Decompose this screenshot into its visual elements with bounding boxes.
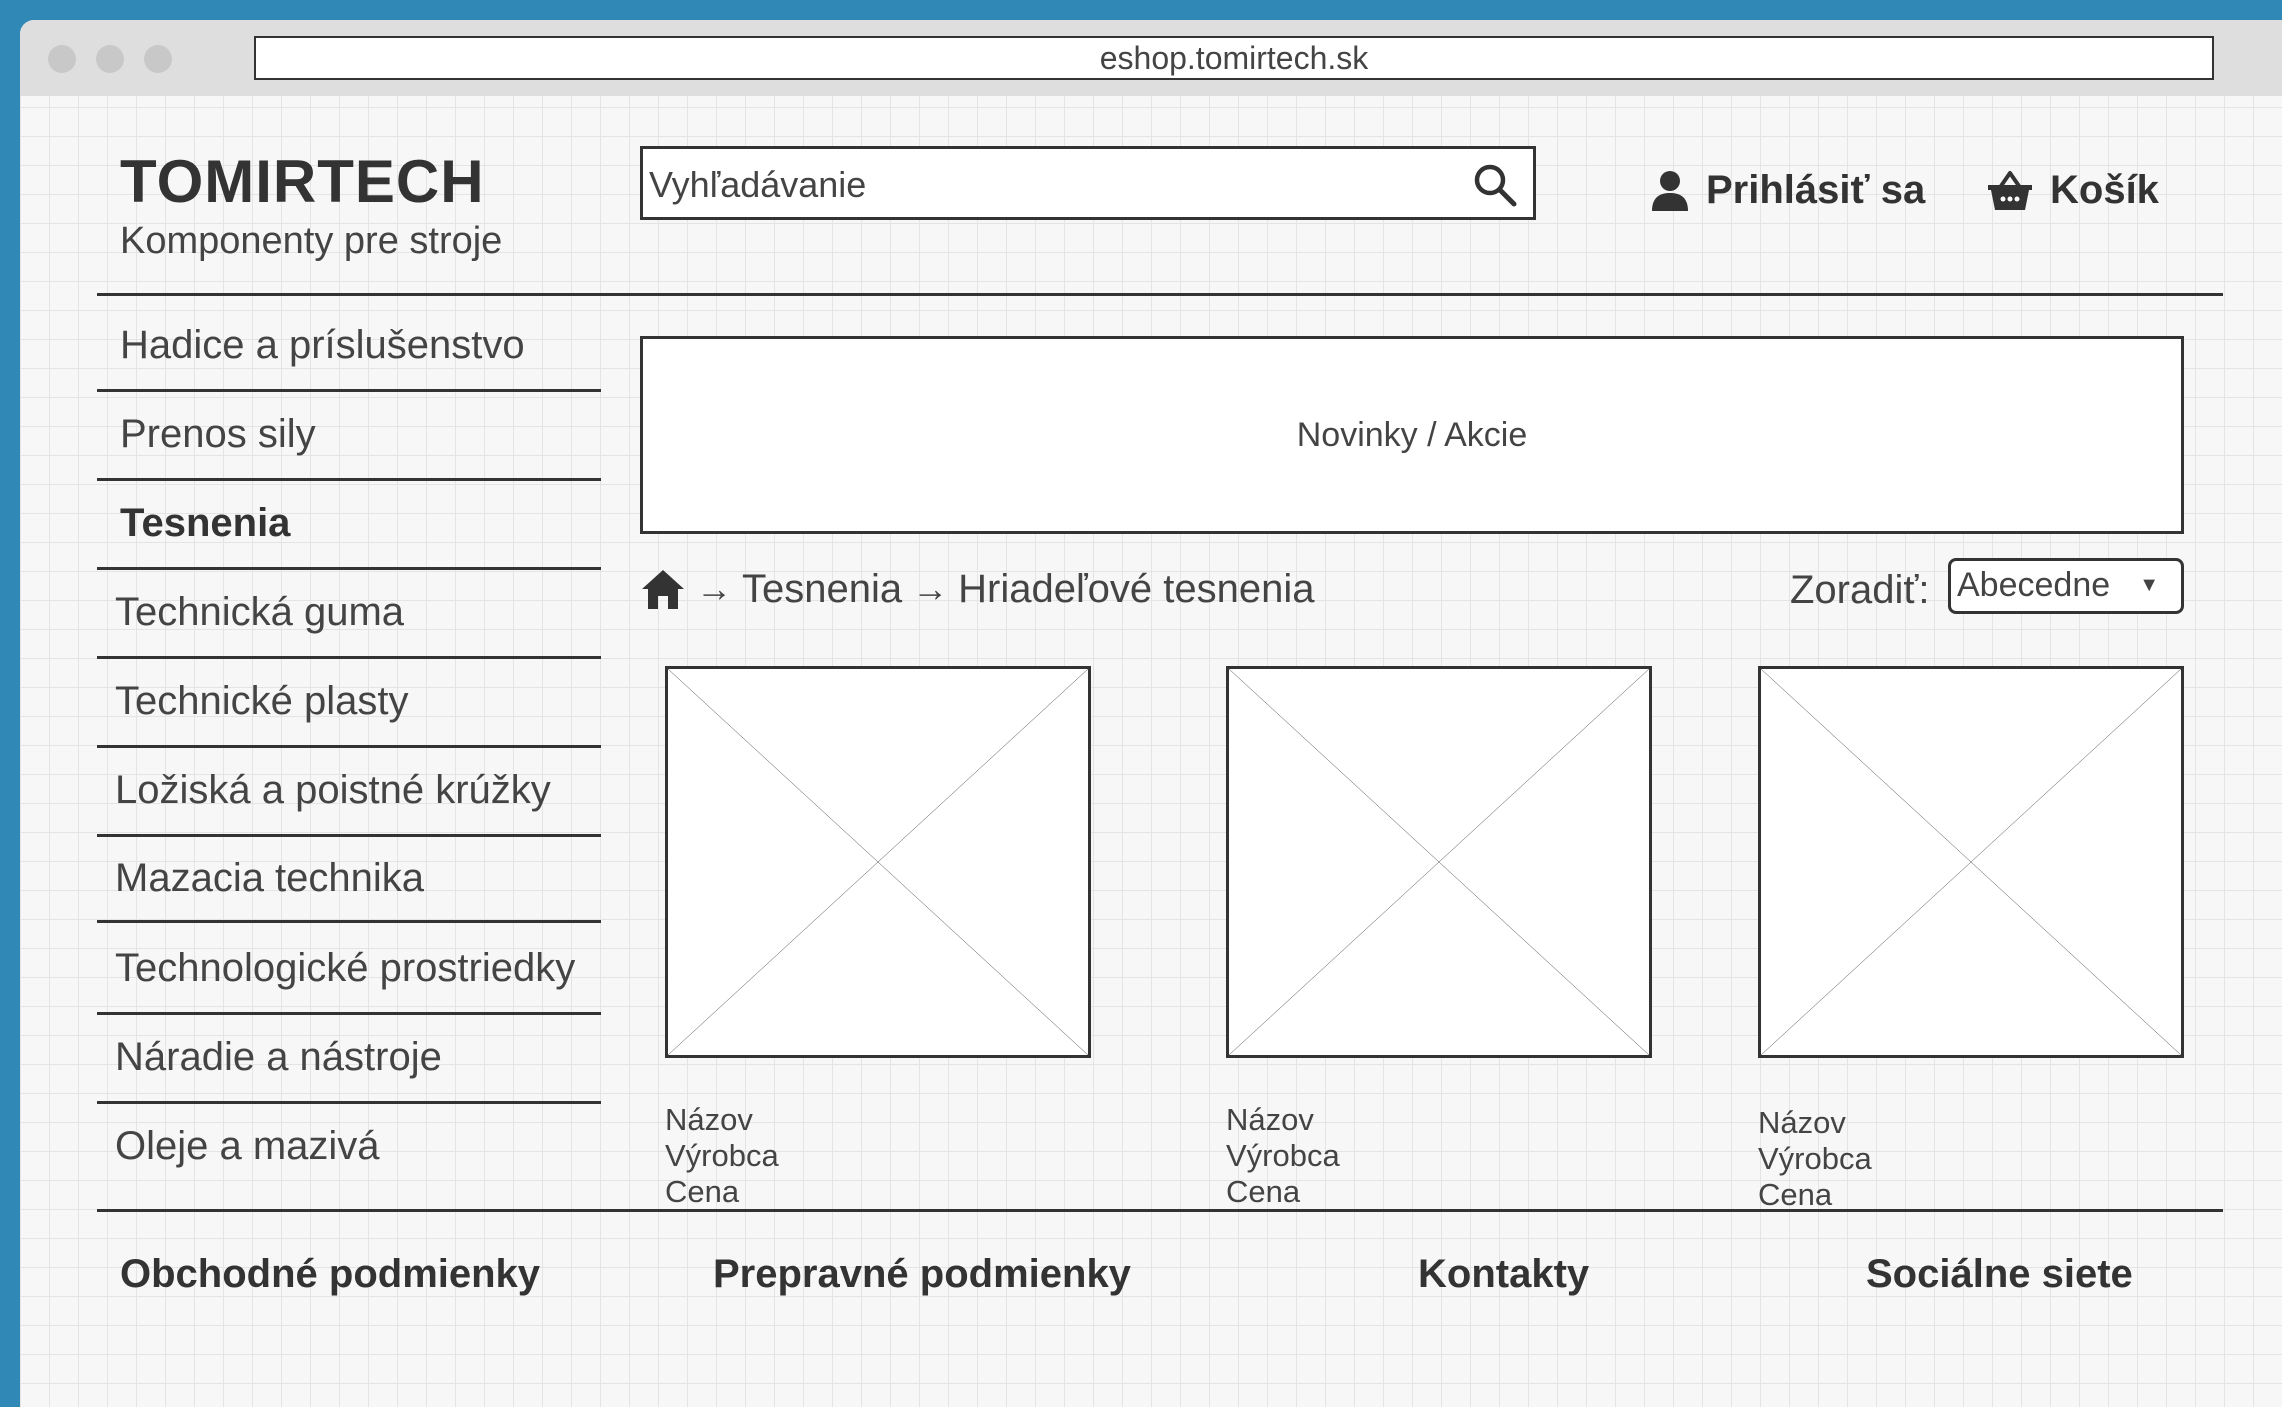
user-icon <box>1652 170 1688 211</box>
sidebar-divider <box>97 656 601 659</box>
breadcrumb-item-hriadelove: Hriadeľové tesnenia <box>958 566 1315 611</box>
login-link[interactable]: Prihlásiť sa <box>1650 168 1925 213</box>
product-image-placeholder[interactable] <box>1226 666 1652 1058</box>
sidebar-divider <box>97 920 601 923</box>
browser-window: eshop.tomirtech.sk TOMIRTECH Komponenty … <box>20 20 2282 1407</box>
product-card-info: Názov Výrobca Cena <box>1226 1102 1340 1210</box>
product-maker: Výrobca <box>1226 1138 1340 1173</box>
window-maximize-dot[interactable] <box>144 45 172 73</box>
breadcrumb: → Tesnenia → Hriadeľové tesnenia <box>640 564 1314 614</box>
header-divider <box>97 293 2223 296</box>
product-maker: Výrobca <box>665 1138 779 1173</box>
product-maker: Výrobca <box>1758 1141 1872 1176</box>
product-price: Cena <box>1758 1177 1833 1212</box>
sidebar-item-prenos-sily[interactable]: Prenos sily <box>120 412 624 457</box>
sort-selected-value: Abecedne <box>1957 566 2111 604</box>
sidebar-divider <box>97 1101 601 1104</box>
product-image-placeholder[interactable] <box>1758 666 2184 1058</box>
sidebar-item-technicke-plasty[interactable]: Technické plasty <box>115 679 619 724</box>
sidebar-divider <box>97 478 601 481</box>
image-placeholder-icon <box>1229 669 1649 1055</box>
product-card-info: Názov Výrobca Cena <box>665 1102 779 1210</box>
sidebar-divider <box>97 745 601 748</box>
sidebar-item-loziska[interactable]: Ložiská a poistné krúžky <box>115 768 619 813</box>
breadcrumb-item-tesnenia[interactable]: Tesnenia <box>742 567 902 612</box>
sidebar-divider <box>97 834 601 837</box>
product-price: Cena <box>1226 1174 1301 1209</box>
product-card-info: Názov Výrobca Cena <box>1758 1105 1872 1213</box>
sort-label: Zoradiť: <box>1790 568 1930 612</box>
search-box[interactable] <box>640 146 1536 220</box>
cart-label: Košík <box>2050 168 2159 212</box>
footer-link-terms[interactable]: Obchodné podmienky <box>120 1252 540 1297</box>
sidebar-item-naradie[interactable]: Náradie a nástroje <box>115 1035 619 1080</box>
login-label: Prihlásiť sa <box>1706 168 1926 212</box>
news-banner[interactable]: Novinky / Akcie <box>640 336 2184 534</box>
sidebar-divider <box>97 1012 601 1015</box>
site-logo[interactable]: TOMIRTECH <box>120 147 485 216</box>
footer-link-social[interactable]: Sociálne siete <box>1866 1252 2133 1297</box>
basket-icon <box>1988 170 2032 210</box>
sort-select[interactable]: Abecedne ▼ <box>1948 558 2184 614</box>
product-image-placeholder[interactable] <box>665 666 1091 1058</box>
sidebar-divider <box>97 567 601 570</box>
sidebar-item-mazacia-technika[interactable]: Mazacia technika <box>115 856 619 901</box>
banner-label: Novinky / Akcie <box>1296 415 1528 454</box>
footer-link-shipping[interactable]: Prepravné podmienky <box>713 1252 1131 1297</box>
product-name[interactable]: Názov <box>1758 1105 1872 1141</box>
image-placeholder-icon <box>1761 669 2181 1055</box>
search-input[interactable] <box>647 159 1451 211</box>
title-bar: eshop.tomirtech.sk <box>20 20 2282 96</box>
breadcrumb-separator: → <box>912 568 949 609</box>
cart-link[interactable]: Košík <box>1986 168 2159 213</box>
window-close-dot[interactable] <box>48 45 76 73</box>
search-icon[interactable] <box>1471 161 1519 209</box>
breadcrumb-separator: → <box>696 568 732 609</box>
product-name[interactable]: Názov <box>1226 1102 1340 1138</box>
product-name[interactable]: Názov <box>665 1102 779 1138</box>
sidebar-item-technologicke-prostriedky[interactable]: Technologické prostriedky <box>115 946 619 991</box>
footer-divider <box>97 1209 2223 1212</box>
sidebar-item-tesnenia[interactable]: Tesnenia <box>120 501 624 546</box>
home-icon[interactable] <box>640 567 686 611</box>
sidebar-item-oleje[interactable]: Oleje a mazivá <box>115 1124 619 1169</box>
product-price: Cena <box>665 1174 740 1209</box>
chevron-down-icon: ▼ <box>2139 574 2159 596</box>
sidebar-item-technicka-guma[interactable]: Technická guma <box>115 590 619 635</box>
sidebar-item-hadice[interactable]: Hadice a príslušenstvo <box>120 323 624 368</box>
address-bar[interactable]: eshop.tomirtech.sk <box>254 36 2214 80</box>
window-minimize-dot[interactable] <box>96 45 124 73</box>
site-tagline: Komponenty pre stroje <box>120 220 503 262</box>
footer-link-contacts[interactable]: Kontakty <box>1418 1252 1589 1297</box>
sidebar-divider <box>97 389 601 392</box>
image-placeholder-icon <box>668 669 1088 1055</box>
